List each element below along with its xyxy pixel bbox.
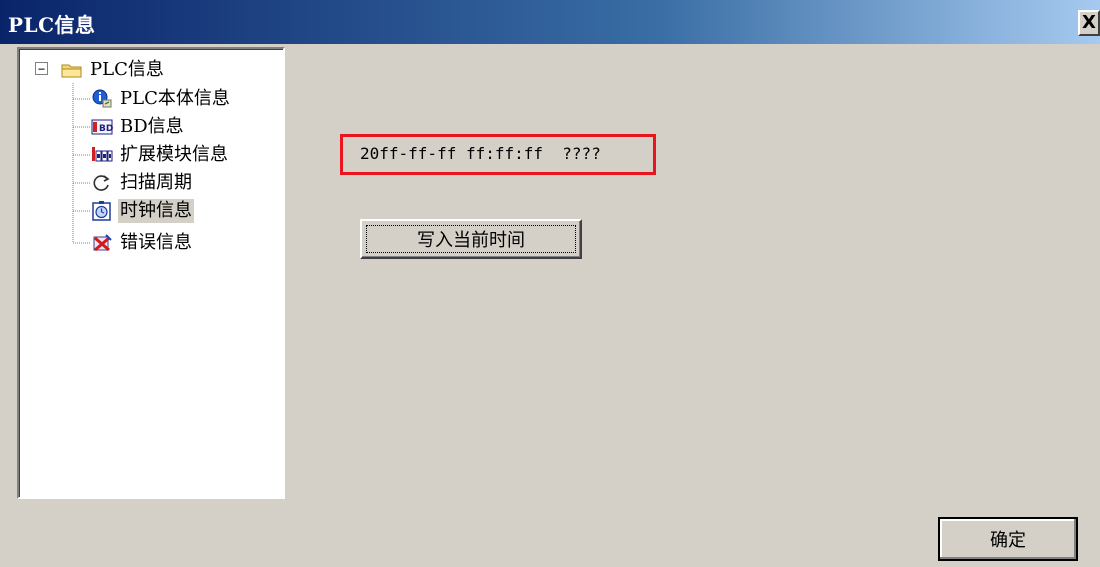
tree-item-label: BD信息 [120,116,184,137]
close-button[interactable]: X [1078,10,1100,36]
tree-item-label: 扫描周期 [120,172,192,193]
tree-item-label: 错误信息 [120,232,192,253]
tree-item-clock-info[interactable]: 时钟信息 [91,198,194,224]
tree-item-plc-body-info[interactable]: PLC本体信息 [91,86,232,112]
ok-button-label: 确定 [990,530,1026,551]
tree-item-expansion-module-info[interactable]: 扩展模块信息 [91,142,230,168]
expansion-module-icon [91,145,113,165]
svg-text:BD: BD [99,124,113,134]
tree-item-label: 时钟信息 [118,199,194,223]
plc-clock-value: 20ff-ff-ff ff:ff:ff ???? [360,144,601,163]
info-icon [91,89,113,109]
info-tree[interactable]: − PLC信息 PLC本体信息 BD BD信息 扩展模块信息 扫描周期 时钟信息… [17,47,285,499]
tree-collapse-toggle[interactable]: − [35,62,48,75]
ok-button[interactable]: 确定 [938,517,1078,561]
refresh-cycle-icon [91,173,113,193]
tree-item-label: 扩展模块信息 [120,144,228,165]
clock-icon [91,201,113,221]
folder-icon [61,60,83,80]
focus-rectangle [366,225,576,253]
error-icon [91,233,113,253]
plc-info-dialog: PLC信息 X − PLC信息 PLC本体信息 BD BD信息 扩展模块信息 扫… [0,0,1100,567]
tree-item-bd-info[interactable]: BD BD信息 [91,114,186,140]
title-bar[interactable]: PLC信息 X [0,0,1100,44]
tree-item-error-info[interactable]: 错误信息 [91,230,194,256]
clock-value-highlight: 20ff-ff-ff ff:ff:ff ???? [340,134,656,175]
bd-board-icon: BD [91,117,113,137]
tree-root-label: PLC信息 [90,59,164,80]
write-current-time-button[interactable]: 写入当前时间 [360,219,582,259]
tree-item-scan-cycle[interactable]: 扫描周期 [91,170,194,196]
window-title: PLC信息 [8,13,96,37]
tree-root-plc-info[interactable]: PLC信息 [61,57,166,83]
close-icon: X [1082,12,1096,33]
tree-item-label: PLC本体信息 [120,88,230,109]
